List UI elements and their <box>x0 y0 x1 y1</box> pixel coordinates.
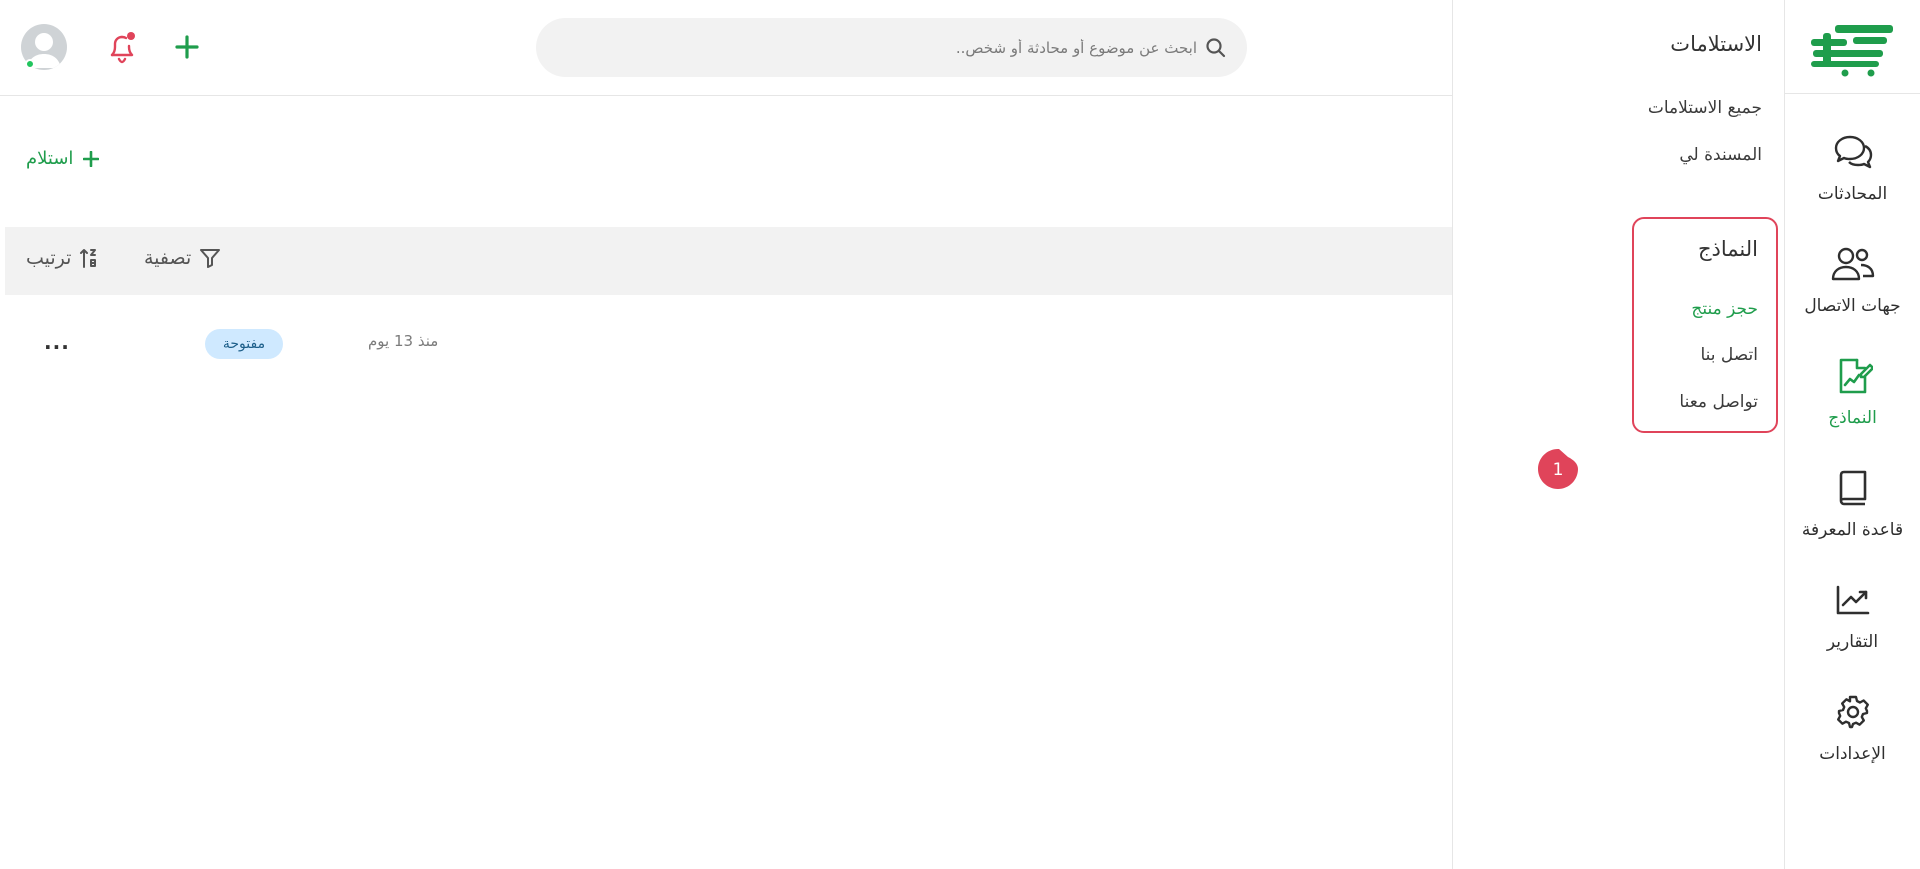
link-assigned-to-me[interactable]: المسندة لي <box>1679 145 1762 165</box>
nav-rail: المحادثات جهات الاتصال النماذج قاعدة الم… <box>1784 0 1920 869</box>
global-search <box>536 18 1247 77</box>
status-badge: مفتوحة <box>205 329 283 359</box>
sort-button[interactable]: ترتيب <box>26 247 99 269</box>
brand-logo[interactable] <box>1785 0 1920 94</box>
add-receipt-label: استلام <box>26 148 74 169</box>
rail-label-knowledge-base: قاعدة المعرفة <box>1801 520 1904 540</box>
gear-icon <box>1831 690 1875 734</box>
rail-label-reports: التقارير <box>1826 632 1879 652</box>
rail-item-conversations[interactable]: المحادثات <box>1785 126 1920 226</box>
row-more-button[interactable]: ... <box>44 330 70 354</box>
sort-icon <box>80 249 97 268</box>
add-new-button[interactable] <box>174 34 200 60</box>
plus-icon <box>175 35 199 59</box>
submission-row[interactable]: ... مفتوحة منذ 13 يوم <box>0 320 1452 368</box>
brand-logo-icon <box>1810 24 1893 76</box>
receipts-panel: الاستلامات جميع الاستلامات المسندة لي ال… <box>1452 0 1784 869</box>
tutorial-step-badge: 1 <box>1536 447 1580 491</box>
top-bar <box>0 0 1452 96</box>
main-content: استلام ترتيب تصفية ... مفتوحة منذ 13 يوم <box>0 0 1452 869</box>
bell-icon <box>110 32 135 64</box>
add-receipt-button[interactable]: استلام <box>26 148 100 169</box>
chart-icon <box>1831 578 1875 622</box>
filter-button[interactable]: تصفية <box>144 247 221 269</box>
panel-title: الاستلامات <box>1670 32 1762 56</box>
form-item-reach-us[interactable]: تواصل معنا <box>1679 392 1758 412</box>
filter-bar: ترتيب تصفية <box>5 227 1452 295</box>
rail-item-settings[interactable]: الإعدادات <box>1785 686 1920 786</box>
forms-section-highlight: النماذج حجز منتج اتصل بنا تواصل معنا <box>1632 217 1778 433</box>
rail-item-contacts[interactable]: جهات الاتصال <box>1785 238 1920 338</box>
rail-label-contacts: جهات الاتصال <box>1804 296 1901 316</box>
search-icon <box>1206 37 1226 57</box>
rail-label-settings: الإعدادات <box>1819 744 1886 764</box>
sort-label: ترتيب <box>26 247 72 269</box>
online-status-dot <box>25 59 35 69</box>
rail-label-forms: النماذج <box>1828 408 1877 428</box>
form-item-contact-us[interactable]: اتصل بنا <box>1700 345 1758 365</box>
row-timestamp: منذ 13 يوم <box>368 332 439 350</box>
forms-section-title: النماذج <box>1697 237 1758 261</box>
search-input[interactable] <box>577 38 1197 57</box>
filter-label: تصفية <box>144 247 192 269</box>
book-icon <box>1831 466 1875 510</box>
tutorial-step-number: 1 <box>1553 460 1564 480</box>
link-all-receipts[interactable]: جميع الاستلامات <box>1648 98 1762 118</box>
contacts-icon <box>1831 242 1875 286</box>
plus-icon <box>83 150 100 167</box>
filter-icon <box>200 249 221 268</box>
rail-item-knowledge-base[interactable]: قاعدة المعرفة <box>1785 462 1920 562</box>
rail-item-reports[interactable]: التقارير <box>1785 574 1920 674</box>
notifications-button[interactable] <box>107 30 137 64</box>
rail-label-conversations: المحادثات <box>1817 184 1888 204</box>
chat-bubbles-icon <box>1831 130 1875 174</box>
form-item-product-booking[interactable]: حجز منتج <box>1691 299 1758 319</box>
rail-item-forms[interactable]: النماذج <box>1785 350 1920 450</box>
forms-icon <box>1831 354 1875 398</box>
